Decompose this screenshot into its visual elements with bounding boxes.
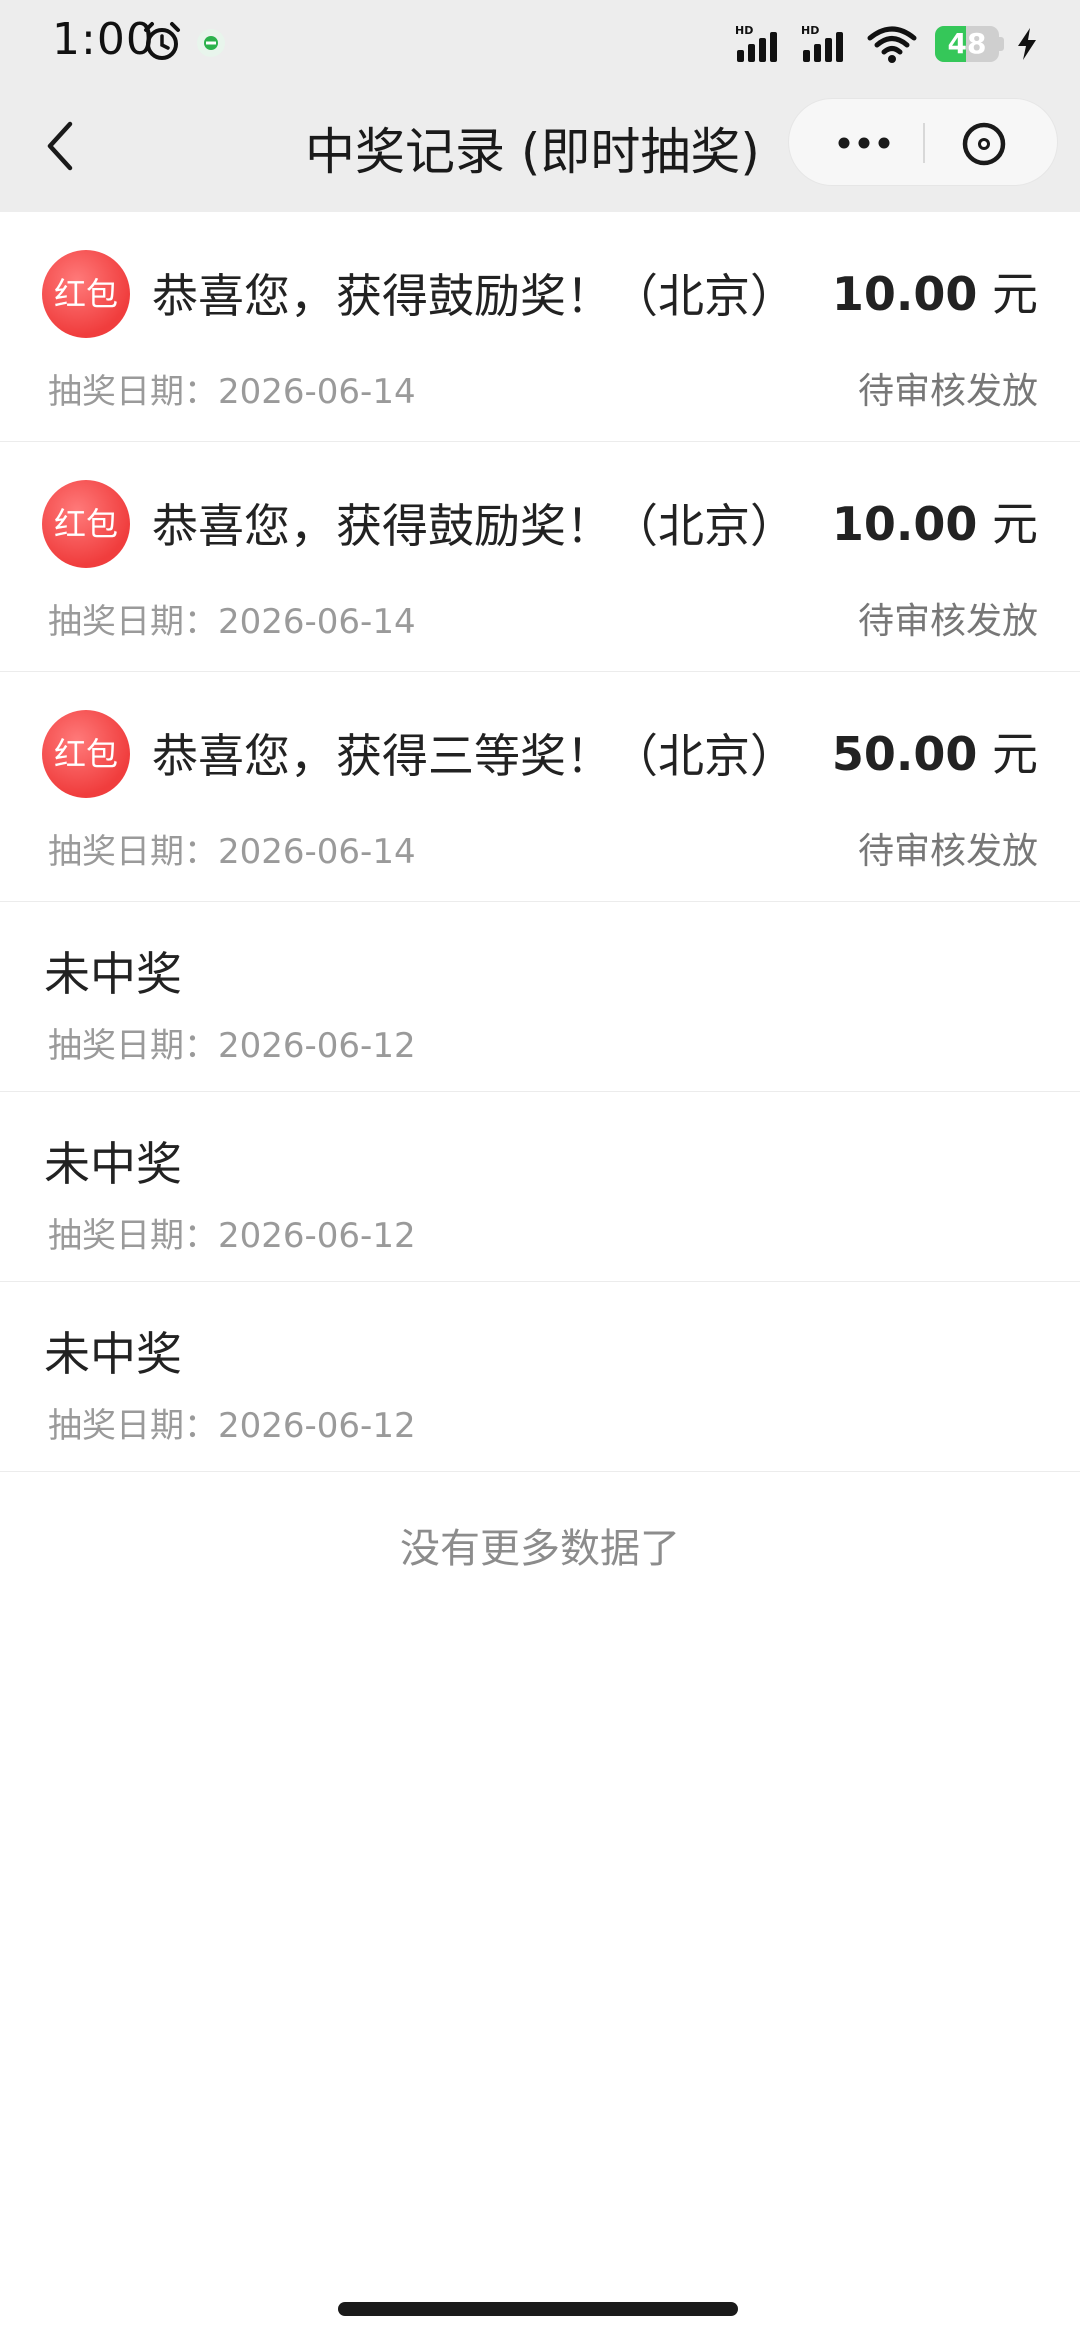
date-label: 抽奖日期： bbox=[48, 1216, 218, 1256]
list-item[interactable]: 红包 恭喜您，获得鼓励奖！（北京） 10.00 元 抽奖日期：2026-06-1… bbox=[0, 212, 1080, 442]
date-label: 抽奖日期： bbox=[48, 602, 218, 642]
record-title: 未中奖 bbox=[44, 1327, 182, 1381]
record-date: 抽奖日期：2026-06-14 bbox=[48, 364, 416, 413]
record-date: 抽奖日期：2026-06-12 bbox=[48, 1398, 416, 1447]
date-label: 抽奖日期： bbox=[48, 832, 218, 872]
svg-text:HD: HD bbox=[735, 24, 753, 37]
amount-unit: 元 bbox=[992, 267, 1038, 321]
record-date: 抽奖日期：2026-06-12 bbox=[48, 1018, 416, 1067]
list-item[interactable]: 红包 恭喜您，获得三等奖！（北京） 50.00 元 抽奖日期：2026-06-1… bbox=[0, 672, 1080, 902]
back-icon[interactable] bbox=[36, 114, 88, 178]
amount-unit: 元 bbox=[992, 497, 1038, 551]
date-value: 2026-06-14 bbox=[218, 602, 416, 642]
record-title: 恭喜您，获得鼓励奖！（北京） bbox=[152, 499, 796, 553]
app-notification-icon bbox=[197, 29, 225, 57]
date-value: 2026-06-12 bbox=[218, 1406, 416, 1446]
record-title: 未中奖 bbox=[44, 1137, 182, 1191]
record-list: 红包 恭喜您，获得鼓励奖！（北京） 10.00 元 抽奖日期：2026-06-1… bbox=[0, 212, 1080, 1574]
list-item[interactable]: 未中奖 抽奖日期：2026-06-12 bbox=[0, 902, 1080, 1092]
record-amount: 10.00 元 bbox=[832, 488, 1038, 554]
capsule-divider bbox=[923, 123, 925, 163]
date-value: 2026-06-12 bbox=[218, 1026, 416, 1066]
wifi-icon bbox=[867, 26, 917, 63]
battery-level: 48 bbox=[947, 27, 987, 60]
close-circle-icon[interactable] bbox=[957, 117, 1011, 171]
record-title: 未中奖 bbox=[44, 947, 182, 1001]
list-item[interactable]: 未中奖 抽奖日期：2026-06-12 bbox=[0, 1282, 1080, 1472]
record-status: 待审核发放 bbox=[857, 371, 1038, 412]
list-item[interactable]: 未中奖 抽奖日期：2026-06-12 bbox=[0, 1092, 1080, 1282]
date-value: 2026-06-14 bbox=[218, 372, 416, 412]
battery-cap bbox=[999, 37, 1004, 51]
red-packet-badge: 红包 bbox=[42, 480, 130, 568]
header-area: 1:00 HD HD 48 中奖记录 (即时抽奖) bbox=[0, 0, 1080, 212]
record-status: 待审核发放 bbox=[857, 831, 1038, 872]
record-date: 抽奖日期：2026-06-12 bbox=[48, 1208, 416, 1257]
list-item[interactable]: 红包 恭喜您，获得鼓励奖！（北京） 10.00 元 抽奖日期：2026-06-1… bbox=[0, 442, 1080, 672]
alarm-icon bbox=[144, 22, 180, 60]
record-title: 恭喜您，获得鼓励奖！（北京） bbox=[152, 269, 796, 323]
no-more-data-text: 没有更多数据了 bbox=[400, 1526, 680, 1572]
signal-hd-icon: HD bbox=[735, 24, 777, 62]
amount-value: 10.00 bbox=[831, 267, 978, 321]
record-date: 抽奖日期：2026-06-14 bbox=[48, 594, 416, 643]
date-label: 抽奖日期： bbox=[48, 372, 218, 412]
date-value: 2026-06-14 bbox=[218, 832, 416, 872]
red-packet-badge: 红包 bbox=[42, 710, 130, 798]
amount-unit: 元 bbox=[992, 727, 1038, 781]
battery-indicator: 48 bbox=[935, 26, 999, 62]
status-icons: HD HD 48 bbox=[735, 22, 1040, 66]
date-label: 抽奖日期： bbox=[48, 1026, 218, 1066]
signal-hd-icon-2: HD bbox=[801, 24, 843, 62]
mini-program-capsule bbox=[788, 98, 1058, 186]
record-date: 抽奖日期：2026-06-14 bbox=[48, 824, 416, 873]
record-amount: 50.00 元 bbox=[832, 718, 1038, 784]
record-amount: 10.00 元 bbox=[832, 258, 1038, 324]
date-value: 2026-06-12 bbox=[218, 1216, 416, 1256]
red-packet-badge: 红包 bbox=[42, 250, 130, 338]
charging-bolt-icon bbox=[1018, 28, 1036, 60]
home-indicator[interactable] bbox=[338, 2302, 738, 2316]
record-status: 待审核发放 bbox=[857, 601, 1038, 642]
navigation-bar: 中奖记录 (即时抽奖) bbox=[0, 88, 1080, 212]
record-title: 恭喜您，获得三等奖！（北京） bbox=[152, 729, 796, 783]
date-label: 抽奖日期： bbox=[48, 1406, 218, 1446]
svg-text:HD: HD bbox=[801, 24, 819, 37]
amount-value: 10.00 bbox=[831, 497, 978, 551]
status-bar: 1:00 HD HD 48 bbox=[0, 0, 1080, 88]
amount-value: 50.00 bbox=[831, 727, 978, 781]
page-title: 中奖记录 (即时抽奖) bbox=[305, 123, 760, 181]
more-dots-icon[interactable] bbox=[819, 119, 929, 167]
